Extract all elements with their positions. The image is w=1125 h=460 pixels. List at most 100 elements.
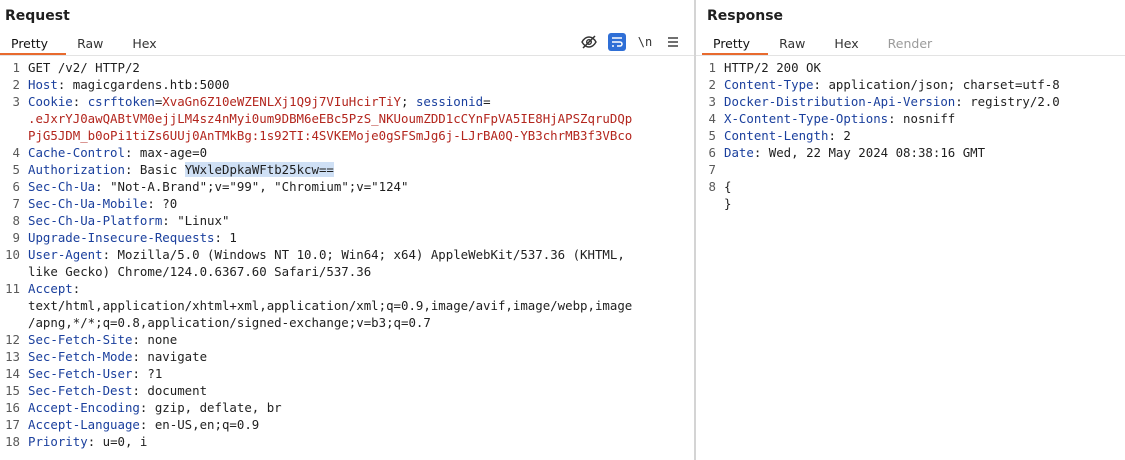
line-number: 9 [12, 230, 20, 245]
header-key: Upgrade-Insecure-Requests [28, 230, 215, 245]
status-line: HTTP/2 200 OK [724, 60, 821, 75]
request-tab-pretty[interactable]: Pretty [0, 35, 67, 55]
menu-icon[interactable] [664, 33, 682, 51]
response-tab-render[interactable]: Render [877, 35, 951, 55]
line-number [696, 195, 724, 212]
header-value: Mozilla/5.0 (Windows NT 10.0; Win64; x64… [117, 247, 625, 262]
line-number [0, 263, 28, 280]
header-value: /apng,*/*;q=0.8,application/signed-excha… [28, 315, 431, 330]
line-number: 1 [12, 60, 20, 75]
code-line: 4 X-Content-Type-Options: nosniff [696, 110, 1125, 127]
header-key: Accept-Language [28, 417, 140, 432]
code-line: 7 Sec-Ch-Ua-Mobile: ?0 [0, 195, 694, 212]
request-tabs: Pretty Raw Hex [0, 35, 175, 55]
header-key: Cache-Control [28, 145, 125, 160]
header-key: User-Agent [28, 247, 103, 262]
header-value: text/html,application/xhtml+xml,applicat… [28, 298, 633, 313]
cookie-value: PjG5JDM_b0oPi1tiZs6UUj0AnTMkBg:1s92TI:4S… [28, 128, 633, 143]
word-wrap-icon[interactable] [608, 33, 626, 51]
header-value: "Linux" [177, 213, 230, 228]
header-value: registry/2.0 [970, 94, 1060, 109]
line-number: 3 [12, 94, 20, 109]
request-tab-hex[interactable]: Hex [121, 35, 174, 55]
code-line: .eJxrYJ0awQABtVM0ejjLM4sz4nMyi0um9DBM6eE… [0, 110, 694, 127]
selected-auth-value[interactable]: YWxleDpkaWFtb25kcw== [184, 162, 334, 177]
header-key: Sec-Fetch-Mode [28, 349, 133, 364]
response-tab-pretty[interactable]: Pretty [702, 35, 769, 55]
header-key: Sec-Ch-Ua [28, 179, 96, 194]
response-tabs: Pretty Raw Hex Render [702, 35, 950, 55]
code-line: 4 Cache-Control: max-age=0 [0, 144, 694, 161]
line-number [0, 110, 28, 127]
code-line: 10 User-Agent: Mozilla/5.0 (Windows NT 10… [0, 246, 694, 263]
code-line: 9 Upgrade-Insecure-Requests: 1 [0, 229, 694, 246]
response-tab-hex[interactable]: Hex [823, 35, 876, 55]
auth-scheme: Basic [139, 162, 178, 177]
header-key: Accept-Encoding [28, 400, 140, 415]
response-tab-raw[interactable]: Raw [768, 35, 823, 55]
line-number: 6 [708, 145, 716, 160]
line-number: 5 [708, 128, 716, 143]
request-tab-raw[interactable]: Raw [66, 35, 121, 55]
line-number: 18 [5, 434, 20, 449]
code-line: 2 Content-Type: application/json; charset… [696, 76, 1125, 93]
header-key: Priority [28, 434, 88, 449]
header-value: like Gecko) Chrome/124.0.6367.60 Safari/… [28, 264, 372, 279]
line-number: 16 [5, 400, 20, 415]
header-key: Date [724, 145, 754, 160]
code-line: 18 Priority: u=0, i [0, 433, 694, 450]
header-key: Sec-Ch-Ua-Platform [28, 213, 163, 228]
code-line: } [696, 195, 1125, 212]
line-number: 17 [5, 417, 20, 432]
hide-eye-icon[interactable] [580, 33, 598, 51]
line-number: 4 [708, 111, 716, 126]
header-value: 1 [229, 230, 237, 245]
code-line: like Gecko) Chrome/124.0.6367.60 Safari/… [0, 263, 694, 280]
line-number: 12 [5, 332, 20, 347]
header-key: Content-Type [724, 77, 814, 92]
header-value: 2 [843, 128, 851, 143]
header-value: Wed, 22 May 2024 08:38:16 GMT [768, 145, 986, 160]
line-number: 2 [708, 77, 716, 92]
header-value: application/json; charset=utf-8 [828, 77, 1060, 92]
line-number: 13 [5, 349, 20, 364]
body-close-brace: } [724, 196, 732, 211]
code-line: 6 Sec-Ch-Ua: "Not-A.Brand";v="99", "Chrom… [0, 178, 694, 195]
code-line: 2 Host: magicgardens.htb:5000 [0, 76, 694, 93]
response-tabs-divider [696, 55, 1125, 56]
request-pane: Request Pretty Raw Hex \n 1 GET /v2/ HTTP… [0, 0, 694, 460]
line-number: 10 [5, 247, 20, 262]
line-number: 6 [12, 179, 20, 194]
line-number: 5 [12, 162, 20, 177]
cookie-value: .eJxrYJ0awQABtVM0ejjLM4sz4nMyi0um9DBM6eE… [28, 111, 633, 126]
header-key: Sec-Fetch-Site [28, 332, 133, 347]
header-value: max-age=0 [139, 145, 208, 160]
code-line: 3 Cookie: csrftoken=XvaGn6Z10eWZENLXj1Q9j… [0, 93, 694, 110]
code-line: 1 HTTP/2 200 OK [696, 59, 1125, 76]
code-line: 13 Sec-Fetch-Mode: navigate [0, 348, 694, 365]
header-value: ?1 [147, 366, 163, 381]
line-number: 15 [5, 383, 20, 398]
code-line: 17 Accept-Language: en-US,en;q=0.9 [0, 416, 694, 433]
line-number: 8 [708, 179, 716, 194]
code-line: 15 Sec-Fetch-Dest: document [0, 382, 694, 399]
header-key: Sec-Fetch-User [28, 366, 133, 381]
code-line: 3 Docker-Distribution-Api-Version: regist… [696, 93, 1125, 110]
line-number: 7 [708, 162, 716, 177]
line-number: 8 [12, 213, 20, 228]
header-value: document [147, 383, 208, 398]
header-value: navigate [147, 349, 208, 364]
line-number: 3 [708, 94, 716, 109]
code-line: 5 Content-Length: 2 [696, 127, 1125, 144]
code-line: /apng,*/*;q=0.8,application/signed-excha… [0, 314, 694, 331]
code-line: text/html,application/xhtml+xml,applicat… [0, 297, 694, 314]
header-key: Host [28, 77, 58, 92]
request-tabs-divider [0, 55, 694, 56]
cookie-name: csrftoken [87, 94, 155, 109]
line-number [0, 314, 28, 331]
newline-toggle[interactable]: \n [636, 33, 654, 51]
header-value: nosniff [903, 111, 956, 126]
request-editor[interactable]: 1 GET /v2/ HTTP/2 2 Host: magicgardens.htb… [0, 59, 694, 450]
response-editor[interactable]: 1 HTTP/2 200 OK 2 Content-Type: applicatio… [696, 59, 1125, 212]
